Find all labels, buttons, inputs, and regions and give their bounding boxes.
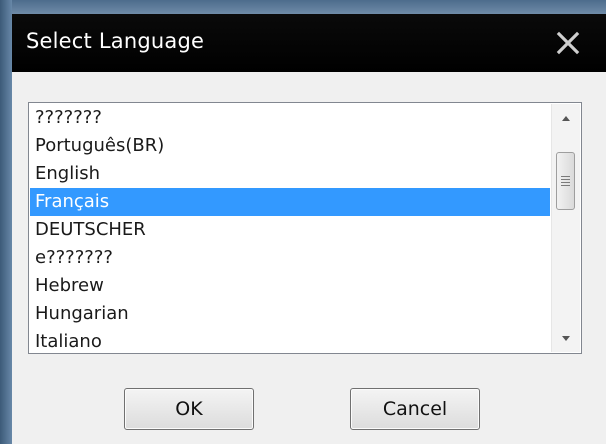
arrow-down-icon [562,335,570,341]
select-language-dialog: Select Language ??????? Português(BR) En… [0,0,606,444]
list-item[interactable]: English [30,160,550,188]
cancel-button[interactable]: Cancel [350,388,480,430]
scroll-down-button[interactable] [552,324,580,352]
title-bar[interactable]: Select Language [12,14,606,72]
arrow-up-icon [562,115,570,121]
list-item[interactable]: DEUTSCHER [30,216,550,244]
list-item[interactable]: Hungarian [30,300,550,328]
language-list: ??????? Português(BR) English Français D… [30,104,550,352]
list-item[interactable]: e??????? [30,244,550,272]
list-item[interactable]: ??????? [30,104,550,132]
ok-button[interactable]: OK [124,388,254,430]
window-title: Select Language [26,29,205,53]
grip-icon [561,174,570,188]
vertical-scrollbar[interactable] [551,104,580,352]
list-item[interactable]: Italiano [30,328,550,352]
close-button[interactable] [550,26,586,60]
close-icon [556,31,580,55]
window-frame-left [0,0,12,444]
dialog-body: ??????? Português(BR) English Français D… [12,72,606,444]
scroll-up-button[interactable] [552,104,580,132]
scroll-thumb[interactable] [556,152,575,210]
language-listbox[interactable]: ??????? Português(BR) English Français D… [28,102,582,354]
window-frame-top [0,0,606,14]
list-item-selected[interactable]: Français [30,188,550,216]
list-item[interactable]: Português(BR) [30,132,550,160]
list-item[interactable]: Hebrew [30,272,550,300]
